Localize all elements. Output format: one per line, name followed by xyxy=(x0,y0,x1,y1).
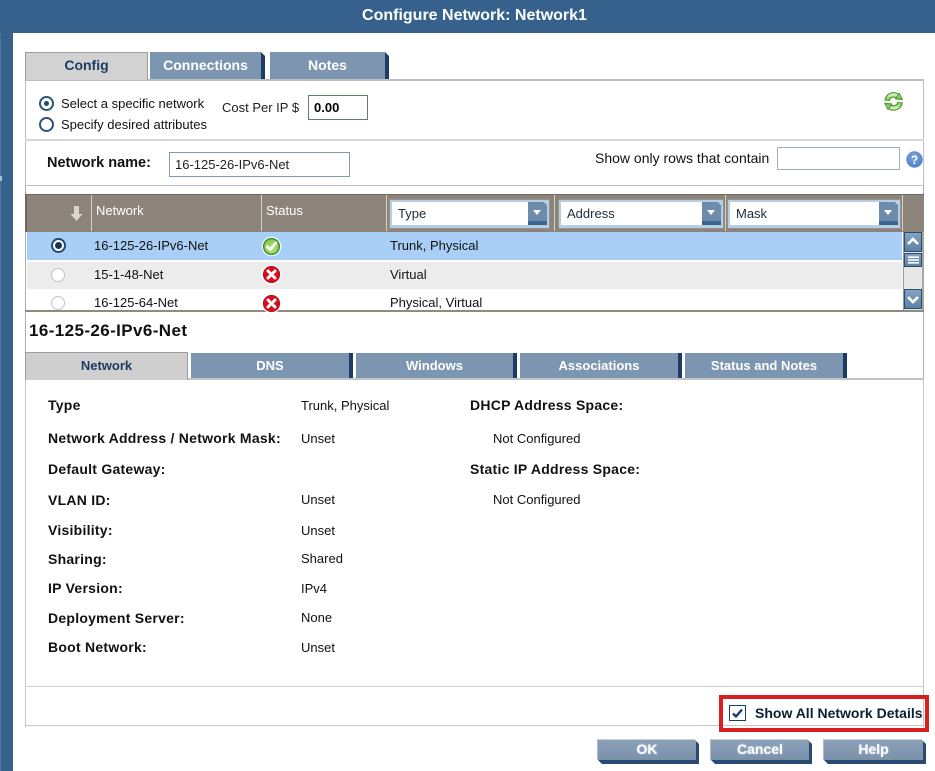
svg-text:?: ? xyxy=(911,153,918,167)
